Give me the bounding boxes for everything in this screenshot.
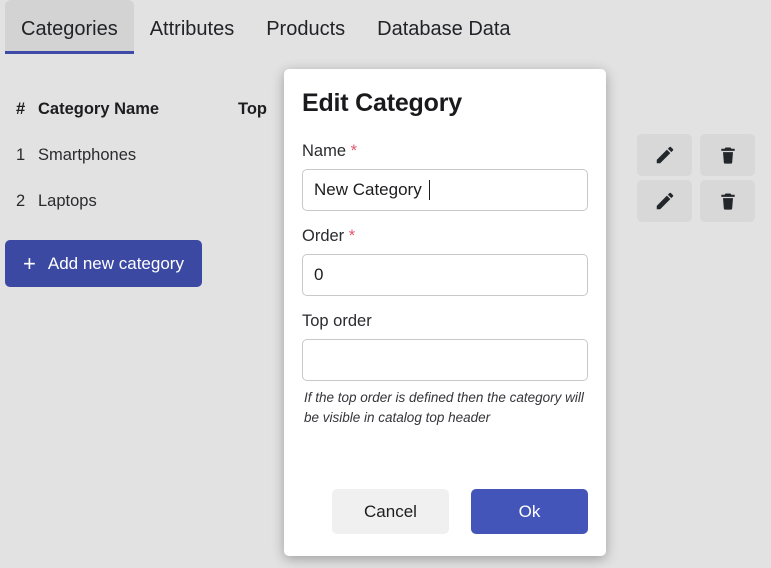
order-input[interactable] [302, 254, 588, 296]
order-required-asterisk: * [348, 227, 356, 245]
row-number: 1 [16, 145, 26, 164]
name-label-text: Name [302, 142, 347, 160]
edit-category-dialog: Edit Category Name * Order * Top order I… [284, 69, 606, 556]
column-header-number: # [16, 99, 26, 118]
add-new-category-label: Add new category [47, 253, 184, 273]
dialog-title: Edit Category [302, 89, 462, 117]
tab-products-label: Products [266, 18, 346, 40]
tab-attributes-label: Attributes [149, 18, 235, 40]
ok-button[interactable]: Ok [471, 489, 588, 534]
trash-icon [718, 190, 738, 212]
order-label-text: Order [302, 227, 345, 245]
tab-categories-label: Categories [21, 18, 118, 40]
add-new-category-button[interactable]: + Add new category [5, 240, 202, 287]
top-order-field-group: Top order If the top order is defined th… [302, 312, 588, 427]
name-required-asterisk: * [350, 142, 358, 160]
top-order-hint: If the top order is defined then the cat… [304, 390, 584, 425]
top-order-input[interactable] [302, 339, 588, 381]
tab-bar: Categories Attributes Products Database … [0, 0, 771, 70]
top-order-label: Top order [302, 312, 372, 330]
pencil-icon [654, 144, 676, 166]
name-label: Name * [302, 142, 588, 161]
dialog-actions: Cancel Ok [302, 489, 588, 534]
tab-attributes[interactable]: Attributes [134, 0, 250, 54]
delete-button[interactable] [700, 180, 755, 222]
pencil-icon [654, 190, 676, 212]
text-caret [429, 180, 430, 200]
app-root: Categories Attributes Products Database … [0, 0, 771, 568]
plus-icon: + [23, 250, 36, 276]
edit-button[interactable] [637, 180, 692, 222]
column-header-category-name: Category Name [38, 99, 160, 118]
row-category-name: Smartphones [38, 145, 137, 164]
delete-button[interactable] [700, 134, 755, 176]
order-label: Order * [302, 227, 588, 246]
tab-database-data-label: Database Data [377, 18, 511, 40]
name-input[interactable] [302, 169, 588, 211]
tab-categories[interactable]: Categories [5, 0, 134, 54]
cancel-button[interactable]: Cancel [332, 489, 449, 534]
name-field-group: Name * [302, 142, 588, 211]
tab-products[interactable]: Products [250, 0, 361, 54]
row-number: 2 [16, 191, 26, 210]
trash-icon [718, 144, 738, 166]
edit-button[interactable] [637, 134, 692, 176]
tab-database-data[interactable]: Database Data [361, 0, 526, 54]
name-input-wrap [302, 169, 588, 211]
order-field-group: Order * [302, 227, 588, 296]
row-category-name: Laptops [38, 191, 97, 210]
